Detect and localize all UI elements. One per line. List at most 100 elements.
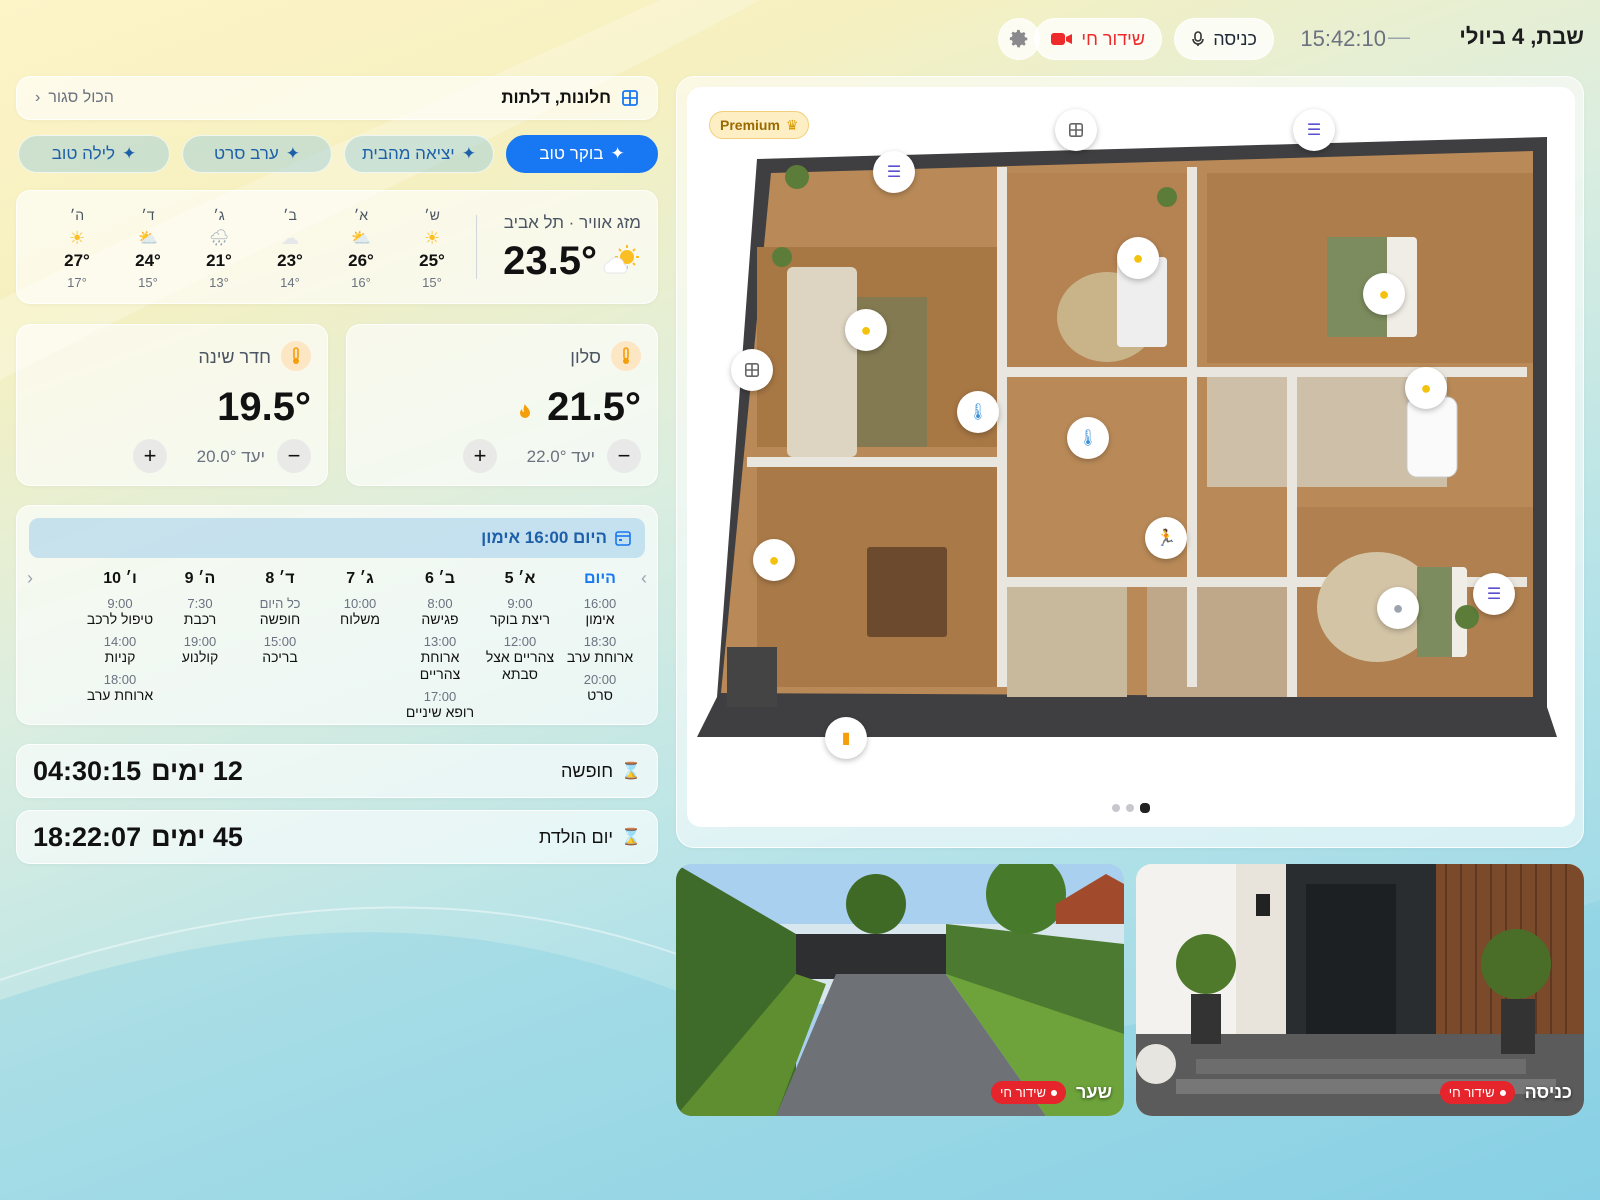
countdown-label: חופשה xyxy=(561,760,614,781)
calendar-event[interactable]: 7:30 רכבת xyxy=(161,596,239,628)
scene-movie-night-button[interactable]: ✦ ערב סרט xyxy=(182,135,332,173)
sparkle-icon: ✦ xyxy=(285,144,300,163)
floorplan-pagination[interactable] xyxy=(1112,803,1150,813)
calendar-day-column[interactable]: היום 16:00 אימון 18:30 ארוחת ערב 20:00 סרט xyxy=(561,570,639,710)
calendar-event-time: 8:00 xyxy=(427,596,453,611)
calendar-event[interactable]: 18:00 ארוחת ערב xyxy=(81,672,159,704)
increase-temp-button[interactable]: + xyxy=(463,439,497,473)
pagination-dot-active[interactable] xyxy=(1140,803,1150,813)
countdown-vacation[interactable]: ⌛ חופשה 12 ימים 04:30:15 xyxy=(16,744,658,798)
countdown-birthday[interactable]: ⌛ יום הולדת 45 ימים 18:22:07 xyxy=(16,810,658,864)
sun-cloud-icon: ⛅ xyxy=(351,230,371,247)
window-sensor-button[interactable] xyxy=(1055,109,1097,151)
camera-label: שער שידור חי xyxy=(991,1081,1112,1104)
cloud-icon: ☁ xyxy=(281,227,299,248)
blinds-control-button[interactable]: ☰ xyxy=(873,151,915,193)
calendar-day-label: א׳ 5 xyxy=(504,570,536,587)
camera-entrance[interactable]: כניסה שידור חי xyxy=(1136,864,1584,1116)
calendar-event-name: ארוחת ערב xyxy=(566,649,634,665)
calendar-event[interactable]: 13:00 ארוחת צהריים xyxy=(401,634,479,683)
thermostat-sensor-button[interactable]: 🌡 xyxy=(1067,417,1109,459)
decrease-temp-button[interactable]: − xyxy=(277,439,311,473)
live-badge: שידור חי xyxy=(991,1081,1066,1104)
scene-label: לילה טוב xyxy=(51,144,116,163)
pagination-dot[interactable] xyxy=(1112,804,1120,812)
sun-cloud-icon: ⛅ xyxy=(138,230,158,247)
calendar-next-button[interactable]: ‹ xyxy=(27,568,33,589)
decrease-temp-button[interactable]: − xyxy=(607,439,641,473)
calendar-event[interactable]: כל היום חופשה xyxy=(241,596,319,628)
thermostat-temp: 21.5° xyxy=(547,385,641,429)
calendar-event-time: 15:00 xyxy=(263,634,297,649)
weather-title: מזג אוויר · תל אביב xyxy=(503,213,641,232)
calendar-day-column[interactable]: ב׳ 6 8:00 פגישה 13:00 ארוחת צהריים 17:00 רופא … xyxy=(401,570,479,727)
thermostat-living-room[interactable]: סלון 21.5° יעד 22.0° − + xyxy=(346,324,658,486)
light-button[interactable]: ● xyxy=(1405,367,1447,409)
sun-cloud-icon xyxy=(603,245,639,274)
blinds-control-button[interactable]: ☰ xyxy=(1293,109,1335,151)
light-button[interactable]: ● xyxy=(845,309,887,351)
window-sensor-button[interactable] xyxy=(731,349,773,391)
light-button[interactable]: ● xyxy=(753,539,795,581)
calendar-day-column[interactable]: ה׳ 9 7:30 רכבת 19:00 קולנוע xyxy=(161,570,239,672)
door-icon: ▮ xyxy=(841,730,851,747)
live-stream-button[interactable]: שידור חי xyxy=(1034,18,1162,60)
floorplan-view[interactable]: Premium ♛ ☰ ☰ ● ● ● ● 🌡 🌡 🏃 ● ● ☰ ▮ xyxy=(687,87,1575,827)
calendar-event[interactable]: 18:30 ארוחת ערב xyxy=(561,634,639,666)
light-bulb-icon: ● xyxy=(860,319,872,340)
calendar-event[interactable]: 15:00 בריכה xyxy=(241,634,319,666)
calendar-event[interactable]: 12:00 צהריים אצל סבתא xyxy=(481,634,559,683)
increase-temp-button[interactable]: + xyxy=(133,439,167,473)
forecast-high: 25° xyxy=(419,251,445,270)
camera-gate[interactable]: שער שידור חי xyxy=(676,864,1124,1116)
settings-button[interactable] xyxy=(998,18,1040,60)
calendar-day-label: ב׳ 6 xyxy=(424,570,456,587)
calendar-event[interactable]: 19:00 קולנוע xyxy=(161,634,239,666)
crown-icon: ♛ xyxy=(785,116,799,133)
thermostat-sensor-button[interactable]: 🌡 xyxy=(957,391,999,433)
light-button[interactable]: ● xyxy=(1363,273,1405,315)
calendar-event-name: רופא שיניים xyxy=(405,704,475,720)
calendar-event[interactable]: 16:00 אימון xyxy=(561,596,639,628)
calendar-day-column[interactable]: ג׳ 7 10:00 משלוח xyxy=(321,570,399,634)
intercom-entrance-button[interactable]: כניסה xyxy=(1174,18,1274,60)
scene-leaving-home-button[interactable]: ✦ יציאה מהבית xyxy=(344,135,494,173)
calendar-event[interactable]: 8:00 פגישה xyxy=(401,596,479,628)
calendar-day-column[interactable]: ד׳ 8 כל היום חופשה 15:00 בריכה xyxy=(241,570,319,672)
blinds-control-button[interactable]: ☰ xyxy=(1473,573,1515,615)
door-sensor-button[interactable]: ▮ xyxy=(825,717,867,759)
motion-sensor-button[interactable]: 🏃 xyxy=(1145,517,1187,559)
calendar-day-column[interactable]: א׳ 5 9:00 ריצת בוקר 12:00 צהריים אצל סבתא xyxy=(481,570,559,689)
calendar-event[interactable]: 14:00 קניות xyxy=(81,634,159,666)
calendar-day-label: ו׳ 10 xyxy=(103,570,137,587)
forecast-day: ג׳ 🌧 21° 13° xyxy=(194,207,244,290)
light-button[interactable]: ● xyxy=(1377,587,1419,629)
calendar-prev-button[interactable]: › xyxy=(641,568,647,589)
scene-good-morning-button[interactable]: ✦ בוקר טוב xyxy=(506,135,658,173)
calendar-event[interactable]: 17:00 רופא שיניים xyxy=(401,689,479,721)
calendar-event[interactable]: 9:00 טיפול לרכב xyxy=(81,596,159,628)
camera-name: שער xyxy=(1076,1082,1112,1102)
light-bulb-icon: ● xyxy=(768,549,780,570)
premium-badge[interactable]: Premium ♛ xyxy=(709,111,810,139)
forecast-day-label: א׳ xyxy=(353,207,369,223)
scene-good-night-button[interactable]: ✦ לילה טוב xyxy=(18,135,170,173)
thermostat-bedroom[interactable]: חדר שינה 19.5° יעד 20.0° − + xyxy=(16,324,328,486)
calendar-event[interactable]: 9:00 ריצת בוקר xyxy=(481,596,559,628)
calendar-next-event[interactable]: היום 16:00 אימון xyxy=(29,518,645,558)
calendar-event[interactable]: 10:00 משלוח xyxy=(321,596,399,628)
calendar-event[interactable]: 20:00 סרט xyxy=(561,672,639,704)
microphone-icon xyxy=(1192,31,1204,46)
pagination-dot[interactable] xyxy=(1126,804,1134,812)
calendar-event-time: 20:00 xyxy=(583,672,617,687)
live-dot-icon xyxy=(1499,1089,1506,1096)
light-button[interactable]: ● xyxy=(1117,237,1159,279)
weather-card[interactable]: מזג אוויר · תל אביב 23.5° ש׳ ☀ 25° 15° א׳ ⛅ 2… xyxy=(16,190,658,304)
openings-status-row[interactable]: חלונות, דלתות הכול סגור ‹ xyxy=(16,76,658,120)
floorplan-card: Premium ♛ ☰ ☰ ● ● ● ● 🌡 🌡 🏃 ● ● ☰ ▮ xyxy=(676,76,1584,848)
calendar-day-column[interactable]: ו׳ 10 9:00 טיפול לרכב 14:00 קניות 18:00 ארוחת … xyxy=(81,570,159,710)
calendar-event-time: 9:00 xyxy=(107,596,133,611)
forecast-high: 27° xyxy=(64,251,90,270)
openings-status: הכול סגור xyxy=(48,89,114,106)
blinds-icon: ☰ xyxy=(886,164,902,181)
